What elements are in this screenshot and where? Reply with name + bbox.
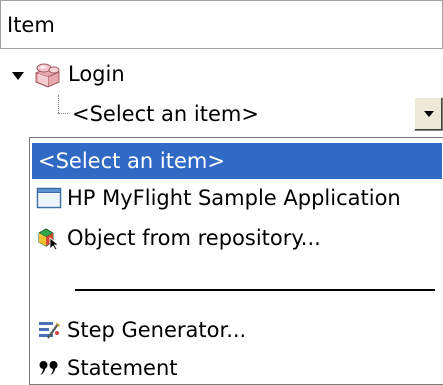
tree-node-login[interactable]: Login: [0, 55, 443, 95]
tree-node-item-combo[interactable]: <Select an item>: [0, 95, 443, 135]
item-dropdown-list: <Select an item> HP MyFlight Sample Appl…: [29, 137, 443, 385]
dropdown-item-statement[interactable]: Statement: [32, 350, 442, 385]
step-generator-icon: [39, 322, 60, 339]
tree-connector-horizontal: [58, 113, 68, 114]
column-header: Item: [0, 0, 443, 49]
dropdown-item-label: Statement: [67, 356, 178, 380]
dropdown-item-label: <Select an item>: [38, 149, 225, 173]
dropdown-item-label: HP MyFlight Sample Application: [67, 186, 401, 210]
dropdown-item-label: Object from repository...: [67, 226, 321, 250]
dropdown-separator: [75, 289, 435, 291]
item-grid: Item Login <Select an item> <Select an i…: [0, 0, 443, 385]
object-repository-icon: [38, 228, 60, 250]
dropdown-item-object-from-repository[interactable]: Object from repository...: [32, 220, 442, 256]
item-combo-value[interactable]: <Select an item>: [72, 101, 259, 127]
dropdown-item-label: Step Generator...: [67, 318, 247, 342]
dropdown-item-myflight-app[interactable]: HP MyFlight Sample Application: [32, 180, 442, 216]
column-header-item[interactable]: Item: [1, 1, 443, 48]
item-combo-dropdown-button[interactable]: [414, 97, 443, 131]
tree-connector-vertical: [58, 95, 59, 113]
dropdown-item-select-an-item[interactable]: <Select an item>: [32, 143, 442, 179]
dropdown-item-step-generator[interactable]: Step Generator...: [32, 312, 442, 348]
tree-node-login-label: Login: [68, 62, 125, 86]
login-action-icon: [35, 63, 60, 88]
statement-icon: [39, 361, 58, 375]
column-header-label: Item: [7, 13, 55, 37]
window-icon: [36, 187, 62, 209]
expand-collapse-icon[interactable]: [12, 72, 24, 80]
dropdown-arrow-icon: [424, 111, 434, 117]
